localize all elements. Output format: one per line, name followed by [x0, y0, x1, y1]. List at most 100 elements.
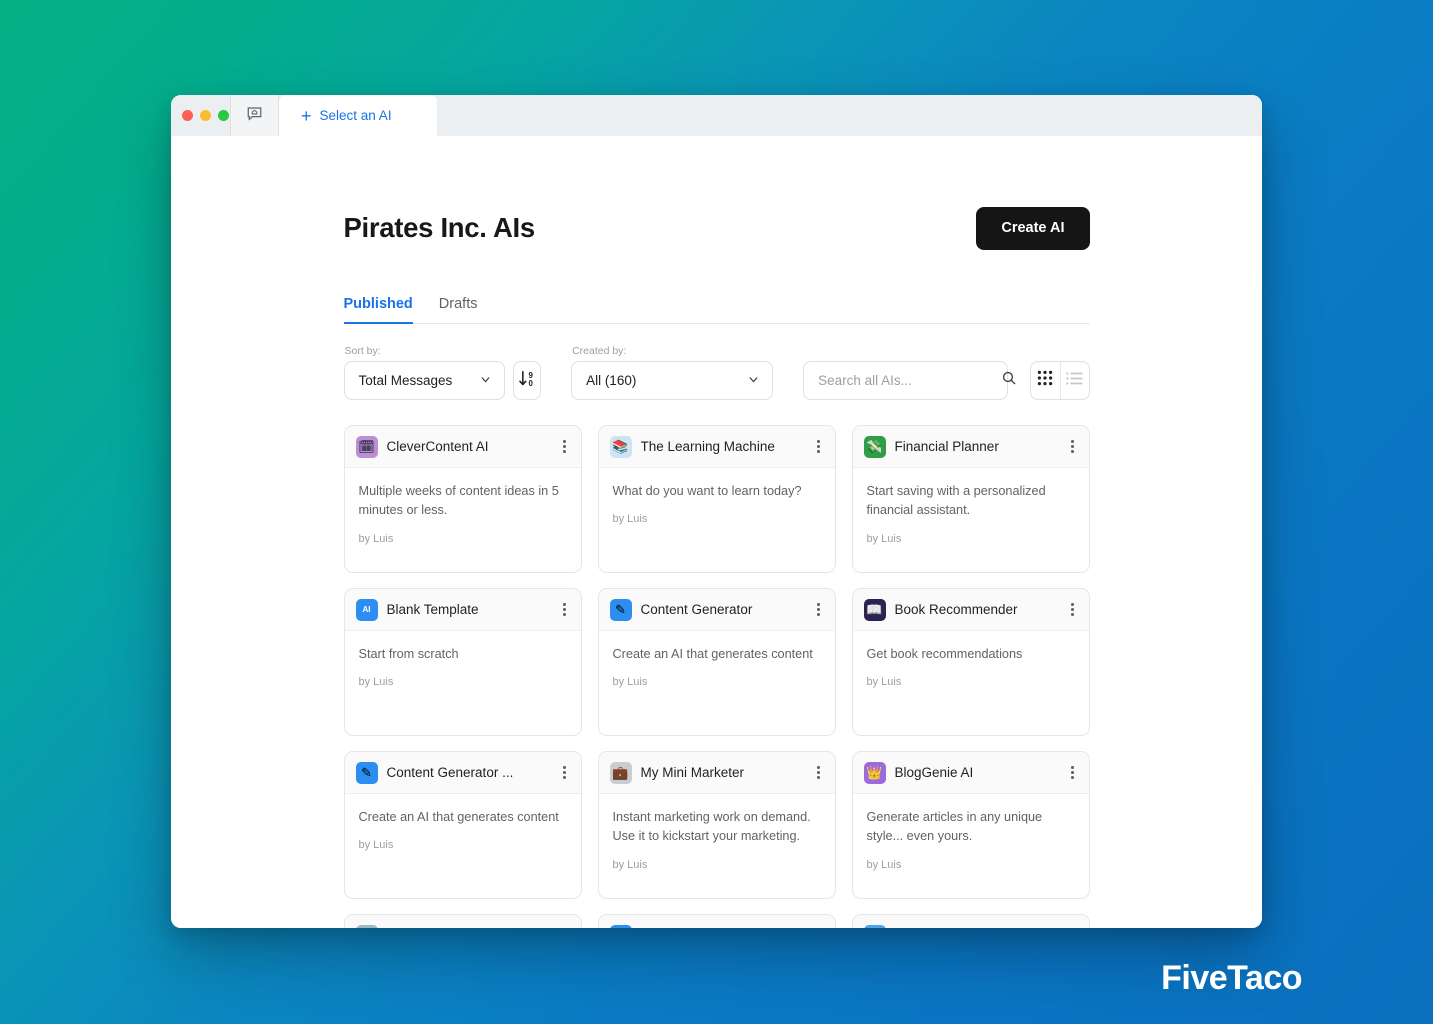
- ai-card-author: by Luis: [866, 532, 902, 545]
- calendar-notepad-icon: 🗓: [355, 435, 378, 458]
- create-ai-button[interactable]: Create AI: [976, 206, 1090, 250]
- ai-card[interactable]: AI Blank Template Start from scratch by Lui…: [343, 588, 582, 736]
- ai-card-menu-button[interactable]: [1066, 762, 1080, 783]
- ai-card-grid: 🗓 CleverContent AI Multiple weeks of conte…: [343, 425, 1090, 928]
- ai-card-menu-button[interactable]: [1066, 436, 1080, 457]
- filter-toolbar: Sort by: Total Messages 9 0 Created by: …: [343, 345, 1090, 400]
- ai-card-title: Content Generator: [640, 602, 753, 617]
- search-icon[interactable]: [1001, 370, 1017, 391]
- ai-card-header: 📚 The Learning Machine: [598, 426, 835, 468]
- ai-card[interactable]: 📘Book AI: [597, 914, 836, 928]
- tab-published[interactable]: Published: [343, 296, 413, 324]
- ai-card[interactable]: 👑 BlogGenie AI Generate articles in any un…: [851, 751, 1090, 899]
- ai-card-icon-glyph: ✎: [615, 602, 626, 617]
- ai-card-title: BlogGenie AI: [894, 765, 974, 780]
- ai-card[interactable]: 🏝Plan Your Trip: [343, 914, 582, 928]
- ai-card-menu-button[interactable]: [812, 599, 826, 620]
- ai-card-description: Start from scratch: [358, 647, 459, 661]
- ai-card-description: What do you want to learn today?: [612, 484, 802, 498]
- ai-card[interactable]: ✎ Content Generator ... Create an AI that …: [343, 751, 582, 899]
- ai-card-author: by Luis: [612, 858, 648, 871]
- ai-card-title: The Learning Machine: [640, 439, 775, 454]
- sort-by-select[interactable]: Total Messages: [343, 361, 505, 400]
- ai-card-title: Blank Template: [386, 602, 479, 617]
- ai-card-author: by Luis: [358, 532, 394, 545]
- ai-card-menu-button[interactable]: [1066, 599, 1080, 620]
- ai-card-body: Start saving with a personalized financi…: [853, 468, 1089, 545]
- ai-card-title: My Mini Marketer: [640, 765, 745, 780]
- ai-card-header: 💸 Financial Planner: [852, 426, 1089, 468]
- page-header: Pirates Inc. AIs Create AI: [344, 205, 1090, 251]
- ai-card[interactable]: 📚 The Learning Machine What do you want to…: [597, 425, 836, 573]
- list-view-button[interactable]: [1059, 362, 1089, 399]
- home-button[interactable]: [230, 95, 279, 136]
- ai-card-description: Get book recommendations: [866, 647, 1023, 661]
- close-window-button[interactable]: [182, 110, 193, 121]
- beach-photo-icon: 🏝: [355, 924, 378, 928]
- ai-card-author: by Luis: [866, 676, 902, 689]
- ai-card-icon-glyph: 🗓: [358, 439, 375, 454]
- search-box[interactable]: [803, 361, 1016, 400]
- genie-crown-icon: 👑: [863, 761, 886, 784]
- ai-card[interactable]: ✎ Content Generator Create an AI that gene…: [597, 588, 836, 736]
- ai-card-menu-button[interactable]: [558, 762, 572, 783]
- ai-card-menu-button[interactable]: [812, 925, 826, 928]
- ai-card-author: by Luis: [612, 513, 648, 526]
- ai-card-body: Create an AI that generates content by Lu…: [599, 631, 835, 688]
- maximize-window-button[interactable]: [218, 110, 229, 121]
- grid-view-icon: [1037, 370, 1053, 391]
- ai-card-icon-glyph: 💸: [866, 439, 883, 454]
- ai-card-author: by Luis: [358, 676, 394, 689]
- browser-tab-select-an-ai[interactable]: + Select an AI: [279, 95, 437, 136]
- ai-card-author: by Luis: [358, 839, 394, 852]
- twitter-bird-icon: 🐦: [863, 924, 886, 928]
- plus-icon: +: [301, 105, 312, 126]
- list-view-icon: [1066, 371, 1083, 391]
- pencil-blue-icon: ✎: [355, 761, 378, 784]
- page-title: Pirates Inc. AIs: [343, 212, 536, 243]
- ai-card-header: 💼 My Mini Marketer: [598, 752, 835, 794]
- ai-card-icon-glyph: 💼: [612, 765, 629, 780]
- ai-frame-icon: AI: [355, 598, 378, 621]
- browser-tab-bar: + Select an AI: [171, 95, 1262, 136]
- ai-card-body: Start from scratch by Luis: [345, 631, 581, 688]
- ai-card-description: Multiple weeks of content ideas in 5 min…: [358, 484, 559, 518]
- created-by-select[interactable]: All (160): [571, 361, 774, 400]
- ai-card-title: Content Generator ...: [386, 765, 514, 780]
- ai-card-menu-button[interactable]: [1066, 925, 1080, 928]
- ai-card-body: Get book recommendations by Luis: [853, 631, 1089, 688]
- ai-card[interactable]: 📖 Book Recommender Get book recommendation…: [851, 588, 1090, 736]
- sort-direction-button[interactable]: 9 0: [512, 361, 542, 400]
- ai-card-body: What do you want to learn today? by Luis: [599, 468, 835, 525]
- ai-card-menu-button[interactable]: [812, 436, 826, 457]
- pencil-blue-icon: ✎: [609, 598, 632, 621]
- home-chat-icon: [246, 105, 263, 127]
- ai-card-title: Financial Planner: [894, 439, 999, 454]
- ai-card[interactable]: 🐦Tweet Generator: [851, 914, 1090, 928]
- sort-by-label: Sort by:: [344, 345, 381, 357]
- ai-card[interactable]: 🗓 CleverContent AI Multiple weeks of conte…: [343, 425, 582, 573]
- briefcase-icon: 💼: [609, 761, 632, 784]
- ai-card-icon-glyph: 📚: [612, 439, 629, 454]
- ai-card-author: by Luis: [866, 858, 902, 871]
- ai-card-header: ✎ Content Generator: [598, 589, 835, 631]
- search-input[interactable]: [818, 373, 996, 388]
- sort-by-group: Sort by: Total Messages: [343, 345, 505, 400]
- ai-card-menu-button[interactable]: [558, 436, 572, 457]
- ai-card-icon-glyph: ✎: [361, 765, 372, 780]
- ai-card-author: by Luis: [612, 676, 648, 689]
- ai-card-body: Generate articles in any unique style...…: [853, 794, 1089, 871]
- grid-view-button[interactable]: [1031, 362, 1060, 399]
- page-content: Pirates Inc. AIs Create AI Published Dra…: [171, 136, 1262, 928]
- minimize-window-button[interactable]: [200, 110, 211, 121]
- ai-card-menu-button[interactable]: [558, 925, 572, 928]
- ai-card-description: Generate articles in any unique style...…: [866, 810, 1043, 844]
- ai-card-description: Create an AI that generates content: [358, 810, 559, 824]
- ai-card-header: 🏝Plan Your Trip: [344, 915, 581, 928]
- ai-card-menu-button[interactable]: [558, 599, 572, 620]
- tab-drafts[interactable]: Drafts: [439, 296, 478, 324]
- ai-card[interactable]: 💼 My Mini Marketer Instant marketing work …: [597, 751, 836, 899]
- ai-card-menu-button[interactable]: [812, 762, 826, 783]
- ai-card-icon-glyph: 👑: [866, 765, 883, 780]
- ai-card[interactable]: 💸 Financial Planner Start saving with a pe…: [851, 425, 1090, 573]
